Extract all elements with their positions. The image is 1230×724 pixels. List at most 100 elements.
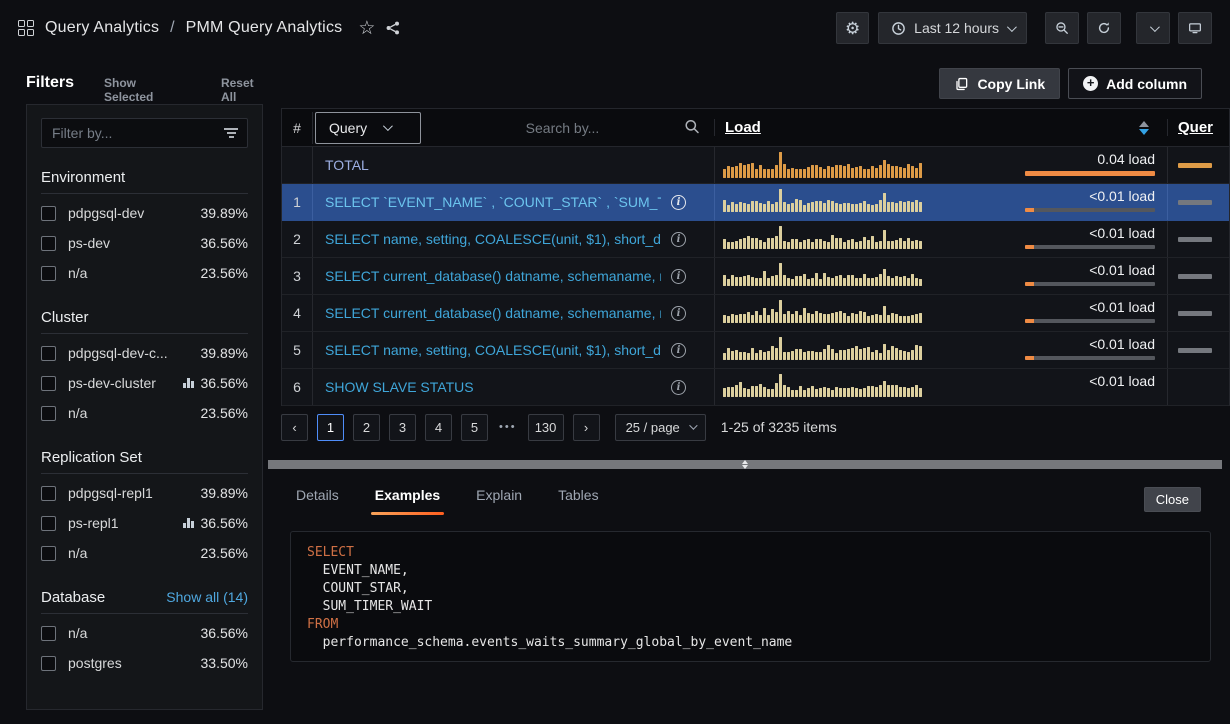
query-link[interactable]: TOTAL	[325, 157, 686, 173]
filter-item[interactable]: postgres33.50%	[41, 648, 248, 678]
checkbox[interactable]	[41, 516, 56, 531]
filter-item[interactable]: n/a23.56%	[41, 538, 248, 568]
filter-section-header: Environment	[41, 169, 248, 186]
page-button-last[interactable]: 130	[528, 414, 564, 441]
query-link[interactable]: SELECT name, setting, COALESCE(unit, $1)…	[325, 231, 661, 247]
load-value: <0.01 load	[1089, 225, 1155, 241]
filter-item[interactable]: pdpgsql-repl139.89%	[41, 478, 248, 508]
tab-explain[interactable]: Explain	[476, 487, 522, 515]
table-row-6[interactable]: 6SHOW SLAVE STATUSi<0.01 load	[282, 369, 1229, 406]
star-icon[interactable]: ☆	[358, 19, 375, 38]
load-bar-fill	[1025, 245, 1034, 249]
column-header-query-count[interactable]: Quer	[1167, 119, 1229, 136]
filter-section-header: Cluster	[41, 309, 248, 326]
page-button-2[interactable]: 2	[353, 414, 380, 441]
checkbox[interactable]	[41, 626, 56, 641]
filter-icon	[224, 128, 238, 141]
info-icon[interactable]: i	[671, 195, 686, 210]
page-button-5[interactable]: 5	[461, 414, 488, 441]
page-button-3[interactable]: 3	[389, 414, 416, 441]
load-bar-fill	[1025, 282, 1034, 286]
tab-examples[interactable]: Examples	[375, 487, 440, 515]
chevron-down-icon	[1007, 22, 1017, 32]
add-column-button[interactable]: + Add column	[1068, 68, 1202, 99]
filter-item[interactable]: ps-dev36.56%	[41, 228, 248, 258]
filter-item[interactable]: ps-repl136.56%	[41, 508, 248, 538]
page-size-select[interactable]: 25 / page	[615, 414, 706, 441]
search-input[interactable]	[453, 120, 673, 136]
query-link[interactable]: SHOW SLAVE STATUS	[325, 379, 661, 395]
table-row-4[interactable]: 4SELECT current_database() datname, sche…	[282, 295, 1229, 332]
column-header-load[interactable]: Load	[714, 119, 1167, 136]
filter-item[interactable]: pdpgsql-dev39.89%	[41, 198, 248, 228]
page-button-1[interactable]: 1	[317, 414, 344, 441]
tab-details[interactable]: Details	[296, 487, 339, 515]
row-number: 3	[282, 258, 312, 294]
panel-resize-handle[interactable]	[268, 460, 1222, 469]
checkbox[interactable]	[41, 266, 56, 281]
checkbox[interactable]	[41, 236, 56, 251]
group-by-dropdown[interactable]: Query	[315, 112, 421, 144]
info-icon[interactable]: i	[671, 269, 686, 284]
filter-item[interactable]: n/a23.56%	[41, 258, 248, 288]
copy-link-button[interactable]: Copy Link	[939, 68, 1060, 99]
refresh-button[interactable]	[1087, 12, 1121, 44]
info-icon[interactable]: i	[671, 232, 686, 247]
search-icon[interactable]	[684, 118, 700, 137]
prev-page-button[interactable]: ‹	[281, 414, 308, 441]
reset-all-link[interactable]: Reset All	[221, 76, 266, 104]
checkbox[interactable]	[41, 406, 56, 421]
load-bar	[1025, 356, 1155, 360]
query-link[interactable]: SELECT current_database() datname, schem…	[325, 305, 661, 321]
checkbox[interactable]	[41, 376, 56, 391]
breadcrumb-section[interactable]: Query Analytics	[45, 19, 159, 37]
filter-sections: Environment pdpgsql-dev39.89%ps-dev36.56%…	[41, 169, 248, 678]
filter-item[interactable]: ps-dev-cluster36.56%	[41, 368, 248, 398]
show-selected-link[interactable]: Show Selected	[104, 76, 179, 104]
kiosk-mode-button[interactable]	[1178, 12, 1212, 44]
row-query-count-cell	[1167, 369, 1229, 405]
jump-pages-ellipsis[interactable]: •••	[497, 421, 519, 433]
filter-item-label: ps-repl1	[68, 515, 183, 531]
info-icon[interactable]: i	[671, 343, 686, 358]
checkbox[interactable]	[41, 346, 56, 361]
checkbox[interactable]	[41, 486, 56, 501]
breadcrumb: Query Analytics / PMM Query Analytics ☆	[18, 19, 401, 38]
info-icon[interactable]: i	[671, 380, 686, 395]
load-sparkline	[723, 300, 928, 328]
table-row-total[interactable]: TOTAL0.04 load	[282, 147, 1229, 184]
time-range-picker[interactable]: Last 12 hours	[878, 12, 1027, 44]
close-details-button[interactable]: Close	[1144, 487, 1201, 512]
share-icon[interactable]	[385, 20, 401, 36]
info-icon[interactable]: i	[671, 306, 686, 321]
table-row-3[interactable]: 3 SELECT current_database() datname, sche…	[282, 258, 1229, 295]
zoom-out-button[interactable]	[1045, 12, 1079, 44]
checkbox[interactable]	[41, 206, 56, 221]
next-page-button[interactable]: ›	[573, 414, 600, 441]
filter-item-percent: 33.50%	[201, 655, 248, 671]
refresh-interval-dropdown[interactable]	[1136, 12, 1170, 44]
page-button-4[interactable]: 4	[425, 414, 452, 441]
dashboard-settings-button[interactable]: ⚙	[836, 12, 869, 44]
filter-search-input[interactable]	[41, 118, 248, 148]
query-link[interactable]: SELECT `EVENT_NAME` , `COUNT_STAR` , `SU…	[325, 194, 661, 210]
show-all-link[interactable]: Show all (14)	[166, 589, 248, 605]
apps-grid-icon[interactable]	[18, 20, 35, 37]
checkbox[interactable]	[41, 546, 56, 561]
table-row-1[interactable]: 1SELECT `EVENT_NAME` , `COUNT_STAR` , `S…	[282, 184, 1229, 221]
filter-item-label: ps-dev-cluster	[68, 375, 183, 391]
filter-item[interactable]: pdpgsql-dev-c...39.89%	[41, 338, 248, 368]
query-link[interactable]: SELECT name, setting, COALESCE(unit, $1)…	[325, 342, 661, 358]
query-link[interactable]: SELECT current_database() datname, schem…	[325, 268, 661, 284]
row-load-cell: <0.01 load	[714, 221, 1167, 257]
table-row-2[interactable]: 2SELECT name, setting, COALESCE(unit, $1…	[282, 221, 1229, 258]
load-bar	[1025, 208, 1155, 212]
table-row-5[interactable]: 5SELECT name, setting, COALESCE(unit, $1…	[282, 332, 1229, 369]
load-value: <0.01 load	[1089, 373, 1155, 389]
sort-icon[interactable]	[1139, 121, 1149, 135]
filter-item[interactable]: n/a36.56%	[41, 618, 248, 648]
checkbox[interactable]	[41, 656, 56, 671]
tab-tables[interactable]: Tables	[558, 487, 598, 515]
filter-item[interactable]: n/a23.56%	[41, 398, 248, 428]
filter-item-label: n/a	[68, 625, 201, 641]
